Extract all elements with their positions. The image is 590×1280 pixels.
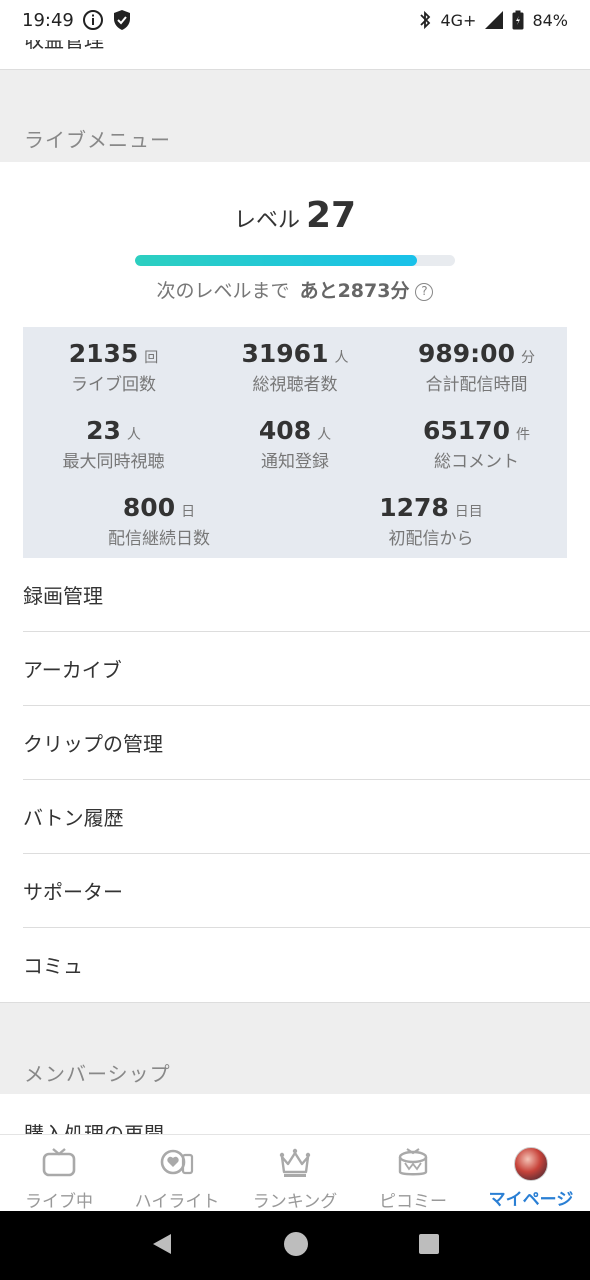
tab-live[interactable]: ライブ中 bbox=[0, 1135, 118, 1212]
stat-unit: 人 bbox=[126, 427, 141, 443]
shield-icon bbox=[112, 9, 132, 31]
menu-item-label: 録画管理 bbox=[23, 584, 103, 608]
stat-label: 最大同時視聴 bbox=[62, 452, 165, 472]
tab-label: ピコミー bbox=[379, 1192, 447, 1212]
level-label: レベル bbox=[233, 208, 300, 233]
stat-value: 2135 bbox=[68, 339, 139, 368]
menu-item-label: 収益管理 bbox=[24, 40, 104, 52]
menu-item-resume-purchase-partial[interactable]: 購入処理の再開 bbox=[0, 1094, 590, 1134]
next-level-info: 次のレベルまで あと2873分? bbox=[0, 276, 590, 303]
home-icon[interactable] bbox=[283, 1231, 309, 1261]
system-nav-bar bbox=[0, 1211, 590, 1280]
stat-total-time: 989:00 分 合計配信時間 bbox=[386, 339, 567, 395]
tv-icon bbox=[41, 1147, 77, 1183]
tab-label: ハイライト bbox=[134, 1192, 220, 1212]
live-menu-header: ライブメニュー bbox=[0, 70, 590, 162]
bluetooth-icon bbox=[418, 10, 432, 30]
menu-item-archive[interactable]: アーカイブ bbox=[23, 632, 590, 706]
stat-streak-days: 800 日 配信継続日数 bbox=[23, 493, 295, 549]
menu-item-label: コミュ bbox=[23, 954, 83, 978]
tab-picomy[interactable]: ピコミー bbox=[354, 1135, 472, 1212]
stat-max-concurrent: 23 人 最大同時視聴 bbox=[23, 416, 204, 472]
tab-ranking[interactable]: ランキング bbox=[236, 1135, 354, 1212]
stat-label: 総視聴者数 bbox=[252, 375, 338, 395]
back-icon[interactable] bbox=[149, 1231, 175, 1261]
stat-value: 1278 bbox=[379, 493, 449, 522]
level-display: レベル 27 bbox=[0, 195, 590, 236]
stat-since-first: 1278 日目 初配信から bbox=[295, 493, 567, 549]
menu-item-supporters[interactable]: サポーター bbox=[23, 854, 590, 928]
stat-label: 配信継続日数 bbox=[108, 529, 210, 549]
stat-label: 初配信から bbox=[388, 529, 474, 549]
menu-item-revenue-partial[interactable]: 収益管理 bbox=[0, 40, 590, 70]
tab-highlight[interactable]: ハイライト bbox=[118, 1135, 236, 1212]
menu-item-label: バトン履歴 bbox=[23, 806, 124, 830]
level-value: 27 bbox=[305, 195, 357, 236]
signal-icon bbox=[484, 10, 504, 30]
stat-unit: 回 bbox=[144, 350, 159, 366]
section-title: ライブメニュー bbox=[24, 128, 171, 152]
stat-unit: 日目 bbox=[454, 504, 483, 520]
stat-label: 合計配信時間 bbox=[425, 375, 528, 395]
highlight-icon bbox=[159, 1147, 195, 1183]
remaining-text: あと2873分 bbox=[299, 280, 410, 302]
tab-mypage[interactable]: マイページ bbox=[472, 1135, 590, 1211]
crown-icon bbox=[277, 1147, 313, 1183]
stat-unit: 日 bbox=[181, 504, 196, 520]
section-title: メンバーシップ bbox=[24, 1062, 171, 1086]
stat-value: 800 bbox=[122, 493, 176, 522]
menu-item-clips[interactable]: クリップの管理 bbox=[23, 706, 590, 780]
battery-percent: 84% bbox=[532, 10, 568, 30]
menu-item-baton-history[interactable]: バトン履歴 bbox=[23, 780, 590, 854]
help-icon[interactable]: ? bbox=[415, 283, 434, 301]
stat-unit: 件 bbox=[515, 427, 530, 443]
stat-unit: 分 bbox=[520, 350, 535, 366]
membership-header: メンバーシップ bbox=[0, 1002, 590, 1094]
menu-item-community[interactable]: コミュ bbox=[23, 928, 590, 1002]
stat-notification-subs: 408 人 通知登録 bbox=[204, 416, 386, 472]
tab-label: ランキング bbox=[252, 1192, 338, 1212]
status-bar: 19:49 4G+ 84% bbox=[0, 0, 590, 40]
stat-unit: 人 bbox=[317, 427, 332, 443]
level-progress-bar bbox=[135, 255, 455, 266]
stat-total-comments: 65170 件 総コメント bbox=[386, 416, 567, 472]
stat-live-count: 2135 回 ライブ回数 bbox=[23, 339, 204, 395]
stat-value: 31961 bbox=[241, 339, 329, 368]
stats-panel: 2135 回 ライブ回数 31961 人 総視聴者数 989:00 分 合計配信時間 … bbox=[23, 327, 567, 558]
status-time: 19:49 bbox=[22, 9, 74, 31]
recents-icon[interactable] bbox=[417, 1232, 441, 1260]
level-progress-fill bbox=[135, 255, 417, 266]
stat-value: 65170 bbox=[423, 416, 510, 445]
stat-label: 通知登録 bbox=[261, 452, 329, 472]
menu-item-label: サポーター bbox=[23, 880, 123, 904]
stat-unit: 人 bbox=[334, 350, 349, 366]
battery-icon bbox=[512, 10, 524, 30]
menu-item-label: クリップの管理 bbox=[23, 732, 163, 756]
avatar bbox=[514, 1147, 548, 1181]
tab-label: マイページ bbox=[488, 1190, 574, 1210]
stat-value: 408 bbox=[258, 416, 312, 445]
tab-label: ライブ中 bbox=[25, 1192, 93, 1212]
network-label: 4G+ bbox=[440, 10, 477, 30]
menu-item-label: アーカイブ bbox=[23, 658, 122, 682]
stat-total-viewers: 31961 人 総視聴者数 bbox=[204, 339, 386, 395]
next-level-text: 次のレベルまで bbox=[156, 280, 290, 302]
menu-item-label: 購入処理の再開 bbox=[24, 1122, 164, 1134]
bottom-tab-bar: ライブ中 ハイライト ランキング ピコミー マイページ bbox=[0, 1134, 590, 1212]
menu-item-recordings[interactable]: 録画管理 bbox=[23, 558, 590, 632]
stat-label: ライブ回数 bbox=[71, 375, 156, 395]
stat-value: 23 bbox=[86, 416, 121, 445]
info-icon bbox=[82, 9, 104, 31]
picomy-icon bbox=[395, 1147, 431, 1183]
stat-label: 総コメント bbox=[434, 452, 519, 472]
stat-value: 989:00 bbox=[418, 339, 515, 368]
